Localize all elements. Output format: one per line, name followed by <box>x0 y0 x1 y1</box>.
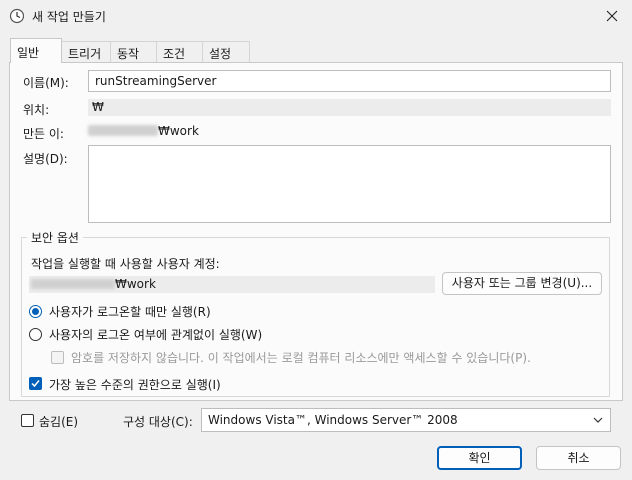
no-store-password-checkbox[interactable] <box>51 351 64 364</box>
description-textarea[interactable] <box>88 145 611 223</box>
tab-general[interactable]: 일반 <box>10 38 62 63</box>
location-value: ₩ <box>88 99 611 116</box>
close-icon <box>606 10 618 22</box>
ok-button[interactable]: 확인 <box>437 446 522 470</box>
description-label: 설명(D): <box>23 152 68 166</box>
no-store-password-label: 암호를 저장하지 않습니다. 이 작업에서는 로컬 컴퓨터 리소스에만 액세스할… <box>71 351 531 365</box>
account-field: ₩work <box>29 276 435 293</box>
chevron-down-icon <box>593 417 603 423</box>
redacted-account-name <box>31 279 115 289</box>
clock-icon <box>9 8 25 24</box>
tab-settings[interactable]: 설정 <box>202 41 250 62</box>
security-group-title: 보안 옵션 <box>27 229 83 246</box>
radio-run-logged-on-label[interactable]: 사용자가 로그온할 때만 실행(R) <box>49 303 211 320</box>
name-input[interactable]: runStreamingServer <box>88 70 611 92</box>
account-value: ₩work <box>115 277 156 291</box>
configure-value: Windows Vista™, Windows Server™ 2008 <box>208 413 458 427</box>
hidden-checkbox[interactable] <box>21 414 34 427</box>
highest-privileges-label[interactable]: 가장 높은 수준의 권한으로 실행(I) <box>49 376 221 393</box>
configure-for-select[interactable]: Windows Vista™, Windows Server™ 2008 <box>201 408 611 432</box>
tab-triggers[interactable]: 트리거 <box>61 41 111 62</box>
cancel-button[interactable]: 취소 <box>536 446 621 470</box>
window-title: 새 작업 만들기 <box>32 10 106 24</box>
hidden-label[interactable]: 숨김(E) <box>39 413 78 430</box>
account-prompt: 작업을 실행할 때 사용할 사용자 계정: <box>31 257 220 271</box>
radio-run-any-label[interactable]: 사용자의 로그온 여부에 관계없이 실행(W) <box>49 326 262 343</box>
author-value: ₩work <box>158 124 199 138</box>
name-label: 이름(M): <box>23 76 69 90</box>
close-button[interactable] <box>594 2 630 30</box>
author-label: 만든 이: <box>23 127 64 141</box>
radio-run-any[interactable] <box>29 328 42 341</box>
highest-privileges-checkbox[interactable] <box>29 377 42 390</box>
redacted-author-name <box>88 125 158 136</box>
configure-label: 구성 대상(C): <box>123 415 193 429</box>
radio-run-logged-on[interactable] <box>29 305 42 318</box>
tab-actions[interactable]: 동작 <box>110 41 157 62</box>
title-bar: 새 작업 만들기 <box>0 0 632 32</box>
checkmark-icon <box>31 380 40 388</box>
location-label: 위치: <box>23 103 50 117</box>
tab-conditions[interactable]: 조건 <box>156 41 203 62</box>
change-user-group-button[interactable]: 사용자 또는 그룹 변경(U)... <box>442 272 602 295</box>
